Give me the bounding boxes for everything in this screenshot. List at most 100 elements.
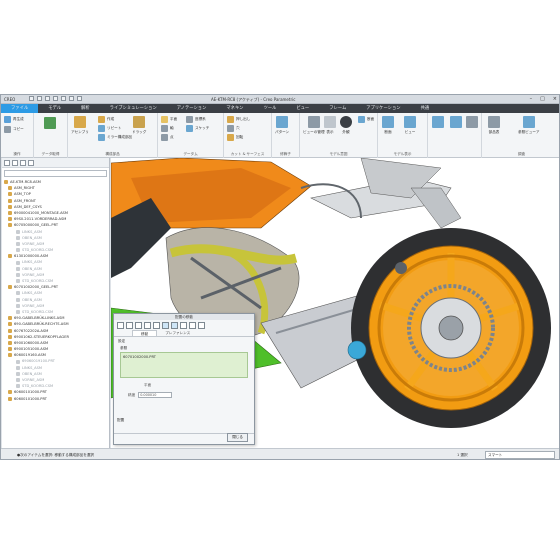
- revolve-icon: [227, 134, 234, 141]
- assembly-icon: [16, 378, 20, 383]
- tab-manikin[interactable]: マネキン: [216, 104, 253, 113]
- display-button[interactable]: 表示: [324, 116, 336, 135]
- tab-tools[interactable]: ツール: [253, 104, 286, 113]
- new-file-icon[interactable]: [29, 96, 34, 101]
- plane-button[interactable]: 平面: [161, 116, 177, 123]
- close-window-icon[interactable]: [77, 96, 82, 101]
- tab-applications[interactable]: アプリケーション: [356, 104, 410, 113]
- rotate-icon[interactable]: [144, 321, 151, 329]
- part-icon: [8, 396, 12, 401]
- save-icon[interactable]: [45, 96, 50, 101]
- sketch-button[interactable]: スケッチ: [186, 125, 209, 132]
- selection-count[interactable]: 1 選択: [457, 453, 468, 458]
- move-type-icon[interactable]: [117, 321, 124, 329]
- publish-geometry-button[interactable]: [450, 116, 462, 128]
- precision-field[interactable]: 0.000010: [138, 392, 173, 398]
- close-button[interactable]: 閉じる: [227, 433, 248, 442]
- assembly-icon: [16, 260, 20, 265]
- udf-button[interactable]: [44, 117, 56, 129]
- assembly-icon: [16, 371, 20, 376]
- maximize-icon[interactable]: □: [540, 96, 545, 102]
- selection-filter[interactable]: スマート: [485, 451, 555, 459]
- tree-item-label: 60600101000.PRT: [14, 396, 47, 401]
- redo-icon[interactable]: [61, 96, 66, 101]
- extrude-button[interactable]: 押し出し: [227, 116, 250, 123]
- pattern-button[interactable]: パターン: [275, 116, 289, 135]
- reference-collector[interactable]: 60701002000.PRT: [120, 352, 248, 378]
- dialog-tabs: 移動 プレファレンス: [114, 330, 254, 337]
- tab-model[interactable]: モデル: [38, 104, 71, 113]
- display-section-button[interactable]: 断面: [382, 116, 394, 135]
- placement-section-header[interactable]: 配置: [117, 418, 124, 423]
- undo-icon[interactable]: [53, 96, 58, 101]
- hole-button[interactable]: 穴: [227, 125, 240, 132]
- close-icon[interactable]: ×: [553, 96, 557, 102]
- tab-view[interactable]: ビュー: [286, 104, 319, 113]
- point-button[interactable]: 点: [161, 134, 174, 141]
- drag-icon: [133, 116, 146, 128]
- assembly-icon: [16, 365, 20, 370]
- appearance-button[interactable]: 外観: [340, 116, 352, 135]
- undo-icon[interactable]: [180, 321, 187, 329]
- group-investigate: 部品表 参照ビューア 調査: [482, 113, 559, 158]
- tab-annotation[interactable]: アノテーション: [167, 104, 217, 113]
- revolve-button[interactable]: 回転: [227, 134, 243, 141]
- tab-common[interactable]: 共通: [411, 104, 440, 113]
- assemble-button[interactable]: アセンブリ: [71, 116, 89, 135]
- assembly-icon: [8, 347, 12, 352]
- tree-filter-icon[interactable]: [20, 160, 26, 166]
- mirror-component-button[interactable]: ミラー構成部品: [98, 134, 132, 141]
- ribbon: 再生成 コピー 操作 データ取得 アセンブリ 作成 リピート ミラー構成部品 ド…: [1, 113, 559, 158]
- settings-section-header[interactable]: 設定: [114, 337, 254, 346]
- assembly-icon: [8, 217, 12, 222]
- reference-label: 参照: [120, 346, 128, 350]
- plane-option[interactable]: 平面: [114, 379, 254, 392]
- assembly-icon: [8, 254, 12, 259]
- open-file-icon[interactable]: [37, 96, 42, 101]
- tab-analysis[interactable]: 解析: [71, 104, 100, 113]
- assembly-icon: [8, 334, 12, 339]
- publish-icon: [450, 116, 462, 128]
- assembly-icon: [16, 310, 20, 315]
- options-icon[interactable]: [198, 321, 205, 329]
- extrude-icon: [227, 116, 234, 123]
- status-bar: ●次のアイテムを選択: 移動する構成部品を選択 1 選択 スマート: [1, 448, 559, 459]
- snap-icon[interactable]: [162, 321, 169, 329]
- title-bar: CREO AE-KTM-RC8 (アクティブ) - Creo Parametri…: [1, 95, 559, 104]
- group-components: アセンブリ 作成 リピート ミラー構成部品 ドラッグ 構成部品: [68, 113, 158, 158]
- tree-show-icon[interactable]: [4, 160, 10, 166]
- drag-component-button[interactable]: ドラッグ: [132, 116, 146, 135]
- create-button[interactable]: 作成: [98, 116, 114, 123]
- adjust-icon[interactable]: [153, 321, 160, 329]
- regenerate-button[interactable]: 再生成: [4, 116, 24, 123]
- point-icon: [161, 134, 168, 141]
- reference-viewer-button[interactable]: 参照ビューア: [518, 116, 539, 135]
- csys-button[interactable]: 座標系: [186, 116, 206, 123]
- tab-preferences[interactable]: プレファレンス: [157, 330, 198, 336]
- view-manager-button[interactable]: ビューの管理: [303, 116, 325, 135]
- copy-button[interactable]: コピー: [4, 126, 24, 133]
- tree-settings-icon[interactable]: [12, 160, 18, 166]
- minimize-icon[interactable]: –: [530, 96, 533, 102]
- tab-frame[interactable]: フレーム: [319, 104, 356, 113]
- translate-icon[interactable]: [135, 321, 142, 329]
- display-view-button[interactable]: ビュー: [404, 116, 416, 135]
- assembly-icon: [8, 204, 12, 209]
- tree-columns-icon[interactable]: [28, 160, 34, 166]
- component-interface-button[interactable]: [432, 116, 444, 128]
- assembly-icon: [8, 322, 12, 327]
- bom-button[interactable]: 部品表: [488, 116, 500, 135]
- tree-item[interactable]: 60600101000.PRT: [2, 396, 109, 402]
- redo-icon[interactable]: [189, 321, 196, 329]
- repeat-button[interactable]: リピート: [98, 125, 121, 132]
- drag-icon[interactable]: [171, 321, 178, 329]
- tab-live-simulation[interactable]: ライブシミュレーション: [100, 104, 167, 113]
- family-table-button[interactable]: [466, 116, 478, 128]
- regenerate-icon[interactable]: [69, 96, 74, 101]
- tree-search-input[interactable]: [4, 170, 107, 177]
- section-button[interactable]: 断面: [358, 116, 374, 123]
- tab-move[interactable]: 移動: [132, 330, 158, 336]
- tab-file[interactable]: ファイル: [1, 104, 39, 113]
- orient-icon[interactable]: [126, 321, 133, 329]
- axis-button[interactable]: 軸: [161, 125, 174, 132]
